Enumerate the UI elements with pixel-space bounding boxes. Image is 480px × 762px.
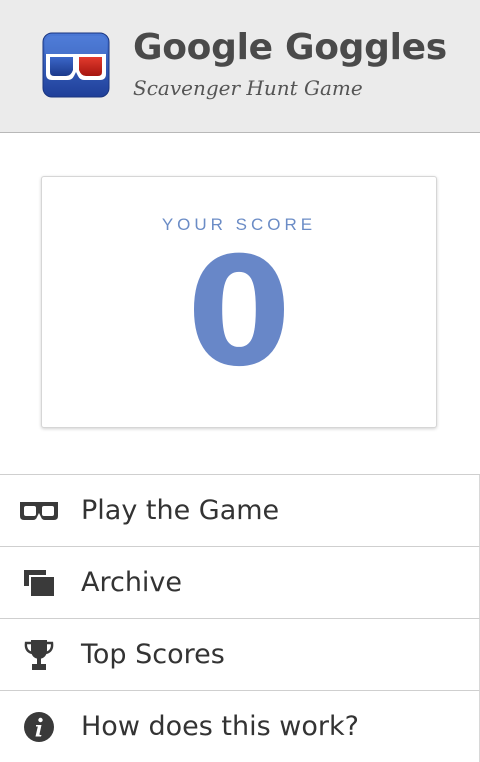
app-title: Google Goggles bbox=[133, 27, 447, 68]
menu-item-label: How does this work? bbox=[81, 711, 359, 742]
main-menu: Play the Game Archive Top Scores How doe… bbox=[0, 474, 480, 762]
info-icon bbox=[18, 708, 60, 746]
goggles-icon bbox=[18, 492, 60, 530]
score-value: 0 bbox=[186, 226, 292, 400]
menu-item-archive[interactable]: Archive bbox=[0, 547, 480, 619]
menu-item-top-scores[interactable]: Top Scores bbox=[0, 619, 480, 691]
archive-stack-icon bbox=[18, 564, 60, 602]
menu-item-how-does-this-work[interactable]: How does this work? bbox=[0, 691, 480, 762]
trophy-icon bbox=[18, 636, 60, 674]
score-card: YOUR SCORE 0 bbox=[41, 176, 437, 428]
menu-item-play-the-game[interactable]: Play the Game bbox=[0, 475, 480, 547]
menu-item-label: Archive bbox=[81, 567, 183, 598]
menu-item-label: Top Scores bbox=[81, 639, 225, 670]
menu-item-label: Play the Game bbox=[81, 495, 280, 526]
app-subtitle: Scavenger Hunt Game bbox=[133, 76, 363, 100]
goggles-logo-icon bbox=[42, 32, 110, 98]
app-header: Google Goggles Scavenger Hunt Game bbox=[0, 0, 480, 133]
